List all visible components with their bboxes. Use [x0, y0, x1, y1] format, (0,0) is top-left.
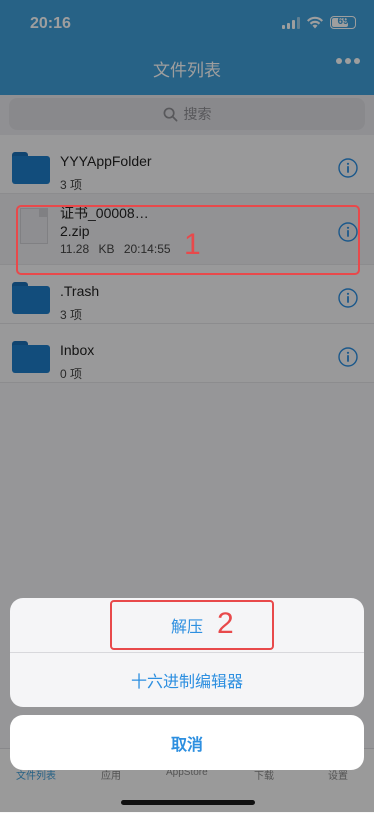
cancel-button[interactable]: 取消	[10, 715, 364, 770]
annotation-box-2	[110, 600, 274, 650]
hex-editor-button[interactable]: 十六进制编辑器	[10, 653, 364, 707]
home-indicator	[121, 800, 255, 805]
annotation-label-2: 2	[217, 607, 234, 640]
annotation-label-1: 1	[184, 228, 201, 261]
